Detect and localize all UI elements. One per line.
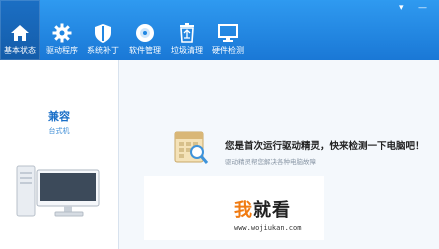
gear-icon	[52, 23, 72, 43]
watermark-text: 就看	[253, 200, 291, 221]
main-panel: 您是首次运行驱动精灵，快来检测一下电脑吧！ 驱动精灵帮您解决各种电脑故障 我就看…	[119, 60, 439, 249]
nav-label: 基本状态	[4, 46, 36, 55]
pc-type-label: 台式机	[48, 127, 70, 135]
menu-dropdown-button[interactable]: ▾	[399, 3, 404, 13]
nav-item-basic-status[interactable]: 基本状态	[0, 0, 40, 60]
desktop-computer-icon	[16, 165, 100, 217]
nav-item-drivers[interactable]: 驱动程序	[43, 0, 81, 60]
calendar-search-icon	[174, 131, 209, 164]
shield-icon	[95, 24, 111, 43]
nav-item-hardware-detection[interactable]: 硬件检测	[209, 0, 247, 60]
top-navigation-bar: 基本状态 驱动程序 系统补丁 软件管理 垃圾清理 硬件检测 ▾ —	[0, 0, 439, 60]
monitor-icon	[218, 24, 238, 42]
watermark-char: 我	[234, 200, 253, 221]
welcome-subtext: 驱动精灵帮您解决各种电脑故障	[225, 158, 316, 166]
left-status-panel: 兼容 台式机	[0, 60, 119, 249]
watermark-logo: 我就看	[234, 196, 291, 222]
nav-item-system-patch[interactable]: 系统补丁	[84, 0, 122, 60]
nav-item-junk-cleanup[interactable]: 垃圾清理	[168, 0, 206, 60]
disc-icon	[136, 24, 154, 42]
welcome-message: 您是首次运行驱动精灵，快来检测一下电脑吧！	[225, 141, 425, 152]
recycle-icon	[180, 23, 194, 43]
minimize-button[interactable]: —	[418, 3, 427, 13]
nav-item-software-management[interactable]: 软件管理	[125, 0, 165, 60]
nav-label: 驱动程序	[46, 46, 78, 55]
nav-label: 系统补丁	[87, 46, 119, 55]
home-icon	[11, 25, 29, 41]
nav-label: 硬件检测	[212, 46, 244, 55]
watermark-url: www.wojiukan.com	[234, 224, 302, 232]
nav-label: 软件管理	[129, 46, 161, 55]
compat-title: 兼容	[48, 110, 70, 123]
watermark-banner: 我就看 www.wojiukan.com	[144, 176, 324, 240]
nav-label: 垃圾清理	[171, 46, 203, 55]
